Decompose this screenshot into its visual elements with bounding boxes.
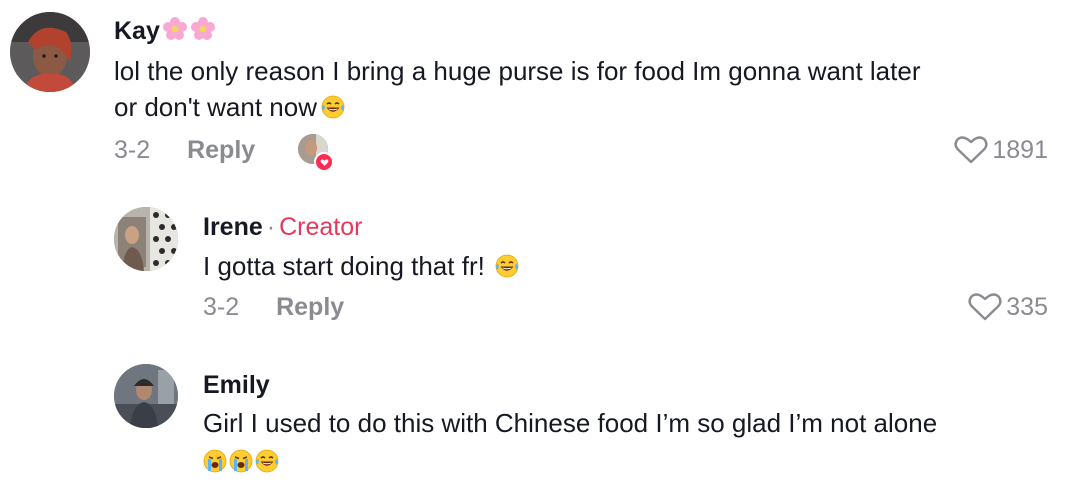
username-text[interactable]: Kay (114, 17, 160, 45)
username-text[interactable]: Irene (203, 213, 263, 241)
comment-text: lol the only reason I bring a huge purse… (114, 53, 1064, 125)
comment-text-span: or don't want now (114, 92, 317, 122)
comment-text: I gotta start doing that fr! (203, 248, 1063, 284)
loudly-crying-emoji (229, 449, 253, 473)
like-count: 1891 (992, 136, 1048, 164)
username[interactable]: Kay (114, 16, 216, 49)
comment-text-line: or don't want now (114, 89, 1064, 125)
username[interactable]: Emily (203, 370, 270, 400)
username[interactable]: Irene · Creator (203, 212, 362, 242)
heart-outline-icon[interactable] (954, 135, 988, 165)
comment-text-line: lol the only reason I bring a huge purse… (114, 56, 921, 86)
comment-text-line: I gotta start doing that fr! (203, 248, 1063, 284)
reply-button[interactable]: Reply (187, 136, 255, 164)
like-button[interactable]: 1891 (954, 135, 1048, 165)
like-button[interactable]: 335 (968, 292, 1048, 322)
laugh-cry-emoji (321, 95, 345, 119)
comment-emoji-row (203, 443, 1063, 479)
comment-meta: 3-2 Reply (203, 292, 344, 322)
comment-date: 3-2 (203, 293, 240, 321)
comment-text-span: I gotta start doing that fr! (203, 251, 485, 281)
pink-flower-icon (162, 16, 188, 49)
like-count: 335 (1006, 293, 1048, 321)
laugh-cry-emoji (255, 449, 279, 473)
separator-dot: · (266, 213, 276, 241)
laugh-cry-emoji (495, 254, 519, 278)
creator-liked-badge (298, 134, 334, 172)
comment-text-line: Girl I used to do this with Chinese food… (203, 408, 938, 438)
reply-button[interactable]: Reply (276, 293, 344, 321)
heart-icon (314, 152, 334, 172)
heart-outline-icon[interactable] (968, 292, 1002, 322)
creator-badge: Creator (279, 213, 363, 241)
pink-flower-icon (190, 16, 216, 49)
avatar[interactable] (10, 12, 90, 92)
loudly-crying-emoji (203, 449, 227, 473)
comment-date: 3-2 (114, 136, 151, 164)
comment-text: Girl I used to do this with Chinese food… (203, 405, 1063, 479)
avatar[interactable] (114, 207, 178, 271)
comment-meta: 3-2 Reply (114, 135, 255, 165)
username-text[interactable]: Emily (203, 371, 270, 399)
avatar[interactable] (114, 364, 178, 428)
